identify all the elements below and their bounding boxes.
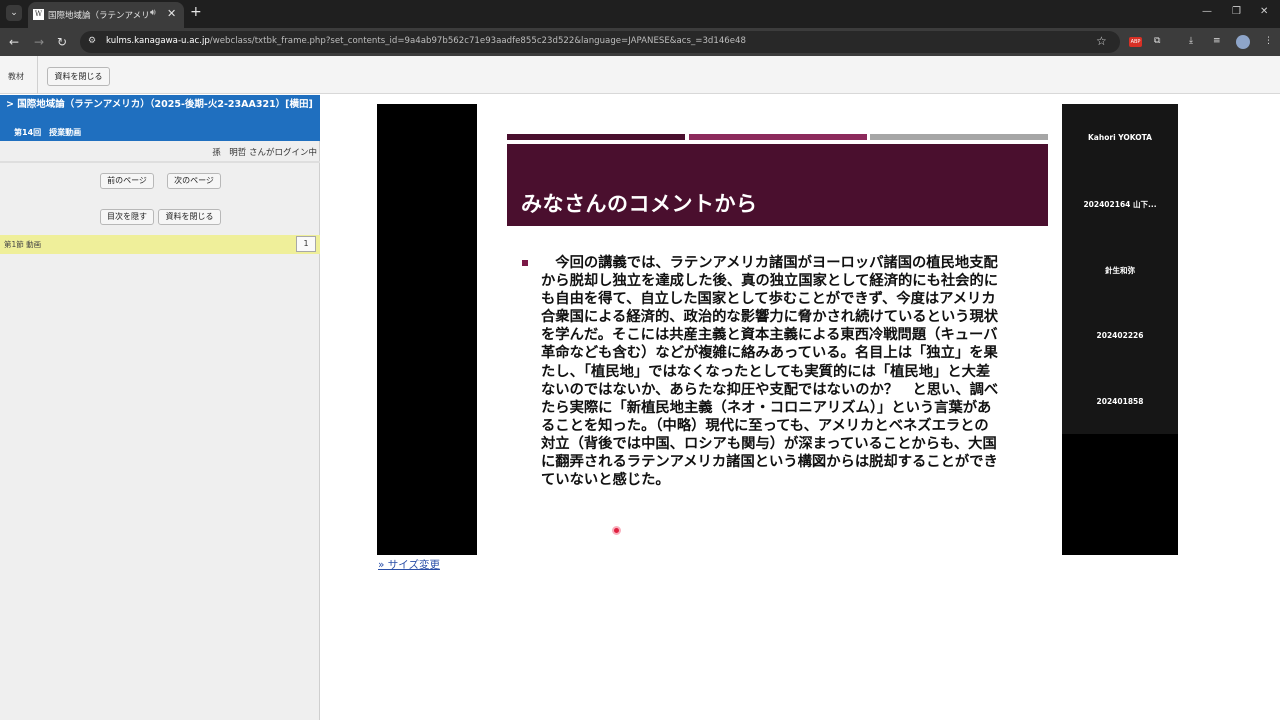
browser-tab[interactable]: W 国際地域論（ラテンアメリ 🔊︎ ✕ xyxy=(28,2,184,28)
menu-dots-icon[interactable]: ⋮ xyxy=(1264,36,1273,46)
divider xyxy=(0,161,320,163)
participant-name: Kahori YOKOTA xyxy=(1088,133,1152,142)
address-bar[interactable]: ⚙ kulms.kanagawa-u.ac.jp/webclass/txtbk_… xyxy=(80,31,1120,53)
profile-avatar[interactable] xyxy=(1236,35,1250,49)
window-close-icon[interactable]: ✕ xyxy=(1260,6,1268,17)
slide-body-text: 今回の講義では、ラテンアメリカ諸国がヨーロッパ諸国の植民地支配 から脱却し独立を… xyxy=(541,255,999,489)
participant-name: 202402164 山下... xyxy=(1083,200,1157,209)
divider xyxy=(37,56,38,94)
browser-toolbar: ← → ↻ ⚙ kulms.kanagawa-u.ac.jp/webclass/… xyxy=(0,28,1280,56)
star-icon[interactable]: ☆ xyxy=(1096,34,1107,48)
laser-pointer-icon xyxy=(612,526,621,535)
participant-name: 202401858 xyxy=(1096,397,1144,406)
close-material-button[interactable]: 資料を閉じる xyxy=(158,209,221,225)
participant-name: 針生和弥 xyxy=(1105,266,1135,275)
session-label: 第14回 授業動画 xyxy=(14,128,82,137)
section-label[interactable]: 第1節 動画 xyxy=(4,239,41,250)
next-page-button[interactable]: 次のページ xyxy=(167,173,221,189)
participant-name: 202402226 xyxy=(1096,331,1144,340)
prev-page-button[interactable]: 前のページ xyxy=(100,173,154,189)
tab-search-chevron-icon[interactable]: ⌄ xyxy=(6,5,22,21)
favicon-icon: W xyxy=(33,9,44,20)
course-title[interactable]: > 国際地域論（ラテンアメリカ）（2025-後期-火2-23AA321）[横田] xyxy=(6,99,316,111)
video-player[interactable]: みなさんのコメントから 今回の講義では、ラテンアメリカ諸国がヨーロッパ諸国の植民… xyxy=(377,104,1178,555)
site-info-icon[interactable]: ⚙ xyxy=(88,36,96,46)
course-header[interactable]: > 国際地域論（ラテンアメリカ）（2025-後期-火2-23AA321）[横田]… xyxy=(0,95,320,141)
url-host: kulms.kanagawa-u.ac.jp xyxy=(106,36,210,46)
hide-toc-button[interactable]: 目次を隠す xyxy=(100,209,154,225)
forward-arrow-icon[interactable]: → xyxy=(34,35,44,49)
login-status: 孫 明哲 さんがログイン中 xyxy=(212,148,317,158)
url-text: kulms.kanagawa-u.ac.jp/webclass/txtbk_fr… xyxy=(106,36,746,46)
extensions-icon[interactable]: ⧉ xyxy=(1154,36,1160,46)
speaker-icon[interactable]: 🔊︎ xyxy=(150,8,156,18)
reload-icon[interactable]: ↻ xyxy=(57,35,67,49)
participant-panel: Kahori YOKOTA 202402164 山下... 針生和弥 20240… xyxy=(1062,104,1178,434)
title-stripe-3 xyxy=(870,134,1048,140)
slide-title-band: みなさんのコメントから xyxy=(507,144,1048,226)
tab-title: 国際地域論（ラテンアメリ xyxy=(48,11,150,21)
minimize-icon[interactable]: — xyxy=(1202,6,1212,17)
sidebar: > 国際地域論（ラテンアメリカ）（2025-後期-火2-23AA321）[横田]… xyxy=(0,95,320,720)
slide-title: みなさんのコメントから xyxy=(521,192,758,216)
close-material-button-top[interactable]: 資料を閉じる xyxy=(47,67,110,86)
title-stripe-2 xyxy=(689,134,867,140)
back-arrow-icon[interactable]: ← xyxy=(9,35,19,49)
material-header: 教材 資料を閉じる xyxy=(0,56,1280,94)
url-path: /webclass/txtbk_frame.php?set_contents_i… xyxy=(209,36,746,46)
media-controls-icon[interactable]: ≡ xyxy=(1213,36,1221,46)
title-stripe-1 xyxy=(507,134,685,140)
section-page-number[interactable]: 1 xyxy=(296,236,316,252)
resize-link[interactable]: » サイズ変更 xyxy=(378,557,440,572)
download-icon[interactable]: ⤓ xyxy=(1189,36,1193,46)
browser-tab-bar: ⌄ W 国際地域論（ラテンアメリ 🔊︎ ✕ + — ❐ ✕ xyxy=(0,0,1280,28)
bullet-icon xyxy=(522,260,528,266)
plus-icon[interactable]: + xyxy=(190,4,202,20)
material-label: 教材 xyxy=(8,72,24,81)
close-icon[interactable]: ✕ xyxy=(167,7,176,20)
toc-section-item[interactable]: 第1節 動画 1 xyxy=(0,235,320,254)
presentation-slide: みなさんのコメントから 今回の講義では、ラテンアメリカ諸国がヨーロッパ諸国の植民… xyxy=(477,104,1062,555)
restore-icon[interactable]: ❐ xyxy=(1232,6,1241,17)
adblock-extension-icon[interactable]: ABP xyxy=(1129,37,1142,47)
